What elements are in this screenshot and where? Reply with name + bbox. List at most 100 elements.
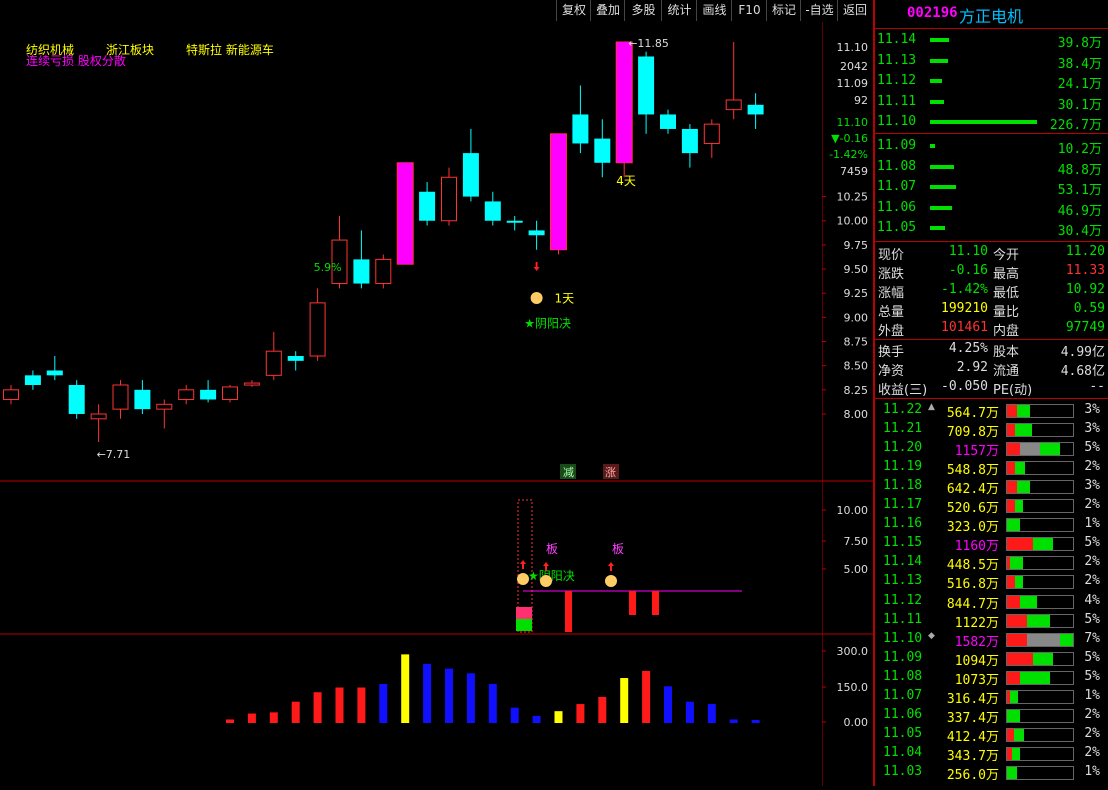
- toolbar-button-1[interactable]: 叠加: [590, 0, 625, 21]
- depth-price: 11.20: [883, 440, 923, 456]
- depth-pct: 5%: [1084, 440, 1100, 456]
- toolbar-button-8[interactable]: 返回: [837, 0, 872, 21]
- concept-tag: 特斯拉 新能源车: [186, 43, 274, 57]
- candle: [528, 220, 545, 250]
- depth-price: 11.10: [883, 630, 923, 646]
- candle: [222, 384, 238, 403]
- bucket-volume: 30.1万: [1057, 97, 1102, 113]
- volume-bar: [707, 704, 716, 723]
- depth-row: 11.06 337.4万 2%: [875, 705, 1108, 726]
- volume-bar: [466, 673, 475, 723]
- candle-body-inner: [400, 162, 411, 265]
- volume-bar: [751, 720, 760, 723]
- depth-price: 11.16: [883, 516, 923, 532]
- volume-bar: [488, 683, 497, 723]
- toolbar-button-5[interactable]: F10: [731, 0, 767, 21]
- depth-row: 11.07 316.4万 1%: [875, 686, 1108, 707]
- stat-label: 最低: [993, 286, 1020, 301]
- bucket-price: 11.05: [877, 220, 917, 236]
- depth-row: 11.04 343.7万 2%: [875, 743, 1108, 764]
- bucket-volume: 30.4万: [1057, 224, 1102, 240]
- bucket-price: 11.11: [877, 93, 917, 109]
- depth-bar-green: [1040, 443, 1060, 456]
- depth-bar-red: [1007, 728, 1014, 741]
- depth-price: 11.19: [883, 459, 923, 475]
- toolbar-button-3[interactable]: 统计: [661, 0, 697, 21]
- stat-label: 外盘: [878, 324, 905, 339]
- candle-body: [528, 230, 545, 236]
- candle: [331, 215, 348, 289]
- depth-bar-red: [1007, 500, 1015, 513]
- volume-panel: [226, 654, 760, 723]
- depth-bar-red: [1007, 481, 1017, 494]
- bucket-volume: 38.4万: [1057, 56, 1102, 72]
- depth-volume: 256.0万: [946, 767, 999, 783]
- depth-row: 11.18 642.4万 3%: [875, 476, 1108, 497]
- depth-bar-red: [1007, 576, 1015, 589]
- bucket-price: 11.09: [877, 138, 917, 153]
- candle: [550, 133, 567, 255]
- chart-canvas[interactable]: ←11.85←7.715.9%1天4天★阴阳决减 涨★阴阳决板板: [0, 22, 822, 786]
- depth-bar-green: [1060, 633, 1073, 646]
- candle: [462, 128, 479, 202]
- indicator-tick: 10.00: [837, 504, 869, 517]
- candle-body: [375, 258, 392, 285]
- price-tick: 8.25: [844, 384, 869, 397]
- depth-bar-green: [1007, 709, 1020, 722]
- price-axis: 10.25 10.00 9.75 9.50 9.25 9.00 8.75 8.50 8.25 8.…: [821, 22, 873, 786]
- depth-bar-red: [1007, 614, 1027, 627]
- depth-pct: 5%: [1084, 535, 1100, 551]
- candle: [90, 404, 107, 442]
- svg-text:减: 减: [563, 466, 574, 479]
- candle-body: [572, 114, 589, 144]
- candle: [24, 370, 41, 390]
- notes-tag: 连续亏损 股权分散: [26, 54, 126, 68]
- stock-header: 002196 方正电机: [875, 0, 1108, 28]
- kline-chart[interactable]: ←11.85 ←7.71 5.9% 1天 4天 ★阴阳决减涨 ★阴阳决板板 纺织机械 浙江板…: [0, 22, 822, 786]
- bucket-price: 11.13: [877, 52, 917, 68]
- depth-bar-green: [1015, 500, 1023, 513]
- toolbar-button-0[interactable]: 复权: [556, 0, 591, 21]
- candle: [156, 399, 173, 429]
- volume-bar: [554, 711, 563, 723]
- depth-row: 11.05 412.4万 2%: [875, 724, 1108, 745]
- stat-value: 2.92: [956, 360, 988, 375]
- fundamental-row: 换手 4.25% 股本 4.99亿: [875, 340, 1108, 361]
- toolbar-button-2[interactable]: 多股: [624, 0, 662, 21]
- candle-body: [681, 128, 698, 154]
- price-buckets: 11.14 39.8万 11.13 38.4万 11.12 24.1万 11.11 30.1万…: [875, 30, 1108, 240]
- axis-vol: 2042: [840, 60, 868, 73]
- candle: [506, 215, 523, 231]
- candle: [396, 162, 414, 265]
- depth-bar-green: [1007, 519, 1020, 532]
- bucket-volume: 46.9万: [1057, 203, 1102, 219]
- stat-value: 97749: [1065, 320, 1105, 335]
- bucket-bar: [930, 205, 952, 210]
- depth-price: 11.04: [883, 744, 923, 760]
- candle-body: [419, 191, 436, 221]
- stat-value: 10.92: [1065, 282, 1105, 297]
- candle: [725, 42, 742, 120]
- price-bucket-row: 11.06 46.9万: [875, 198, 1108, 219]
- toolbar-button-4[interactable]: 画线: [696, 0, 732, 21]
- volume-bar: [357, 687, 366, 723]
- candle-body: [265, 350, 282, 376]
- depth-pct: 5%: [1084, 611, 1100, 627]
- price-bucket-row: 11.12 24.1万: [875, 71, 1108, 92]
- up-arrow-icon: [533, 262, 540, 272]
- stat-value: --: [1089, 379, 1105, 394]
- depth-bar-green: [1017, 481, 1030, 494]
- bucket-bar: [930, 58, 948, 63]
- depth-price: 11.12: [883, 592, 923, 608]
- candle-body: [703, 123, 720, 144]
- bucket-volume: 226.7万: [1049, 118, 1102, 134]
- toolbar-button-6[interactable]: 标记: [766, 0, 801, 21]
- candle: [419, 182, 436, 226]
- toolbar-button-7[interactable]: -自选: [800, 0, 838, 21]
- candle: [68, 380, 85, 419]
- days1-label: 1天: [555, 292, 575, 306]
- axis-price2: 11.09: [837, 77, 869, 90]
- candle-body-inner: [553, 133, 564, 250]
- pattern-label: ★阴阳决: [524, 316, 571, 330]
- candle: [287, 351, 304, 371]
